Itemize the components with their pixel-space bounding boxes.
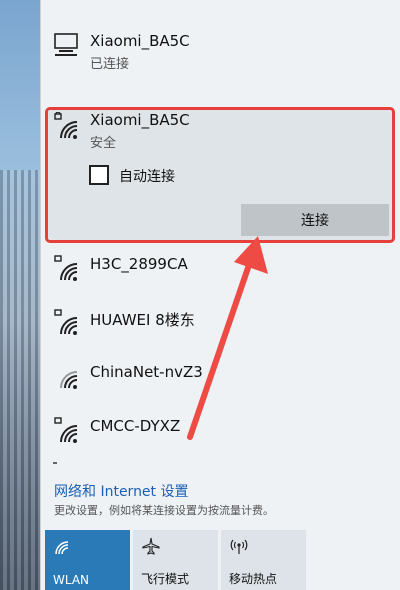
airplane-icon [142,537,160,555]
wifi-icon [55,541,69,555]
network-item-chinanet[interactable]: ChinaNet-nvZ3 [41,356,400,408]
network-settings-description: 更改设置，例如将某连接设置为按流量计费。 [54,504,274,517]
auto-connect-label: 自动连接 [119,169,175,185]
network-name: CMCC-DYXZ [90,417,181,435]
more-networks-indicator [53,462,57,468]
network-item-cmcc[interactable]: CMCC-DYXZ [41,410,400,462]
connected-network[interactable]: Xiaomi_BA5C 已连接 [41,0,400,95]
wifi-secured-icon [54,112,78,139]
wifi-secured-icon [54,255,78,281]
ethernet-monitor-icon [54,33,78,56]
wifi-secured-icon [54,309,78,335]
airplane-mode-tile-label: 飞行模式 [141,572,190,586]
wifi-secured-icon [54,417,78,443]
airplane-mode-tile[interactable]: 飞行模式 [133,530,218,590]
connected-network-name: Xiaomi_BA5C [90,32,190,50]
connected-network-status: 已连接 [90,57,130,72]
city-wallpaper [0,170,44,590]
selected-network-name: Xiaomi_BA5C [90,111,190,129]
hotspot-icon [230,539,248,554]
mobile-hotspot-tile-label: 移动热点 [229,572,278,586]
wifi-weak-icon [60,371,78,389]
auto-connect-checkbox[interactable] [89,165,109,185]
mobile-hotspot-tile[interactable]: 移动热点 [221,530,306,590]
connect-button[interactable]: 连接 [241,204,389,236]
network-name: H3C_2899CA [90,255,188,273]
selected-network-security: 安全 [90,136,117,151]
network-flyout: Xiaomi_BA5C 已连接 Xiaomi_BA5C 安全 自动连接 连接 H… [40,0,400,590]
network-name: HUAWEI 8楼东 [90,311,195,329]
network-settings-link[interactable]: 网络和 Internet 设置 [54,481,189,501]
network-item-huawei[interactable]: HUAWEI 8楼东 [41,302,400,354]
network-name: ChinaNet-nvZ3 [90,363,203,381]
network-item-h3c[interactable]: H3C_2899CA [41,248,400,300]
wlan-tile[interactable]: WLAN [45,530,130,590]
wlan-tile-label: WLAN [53,573,90,587]
